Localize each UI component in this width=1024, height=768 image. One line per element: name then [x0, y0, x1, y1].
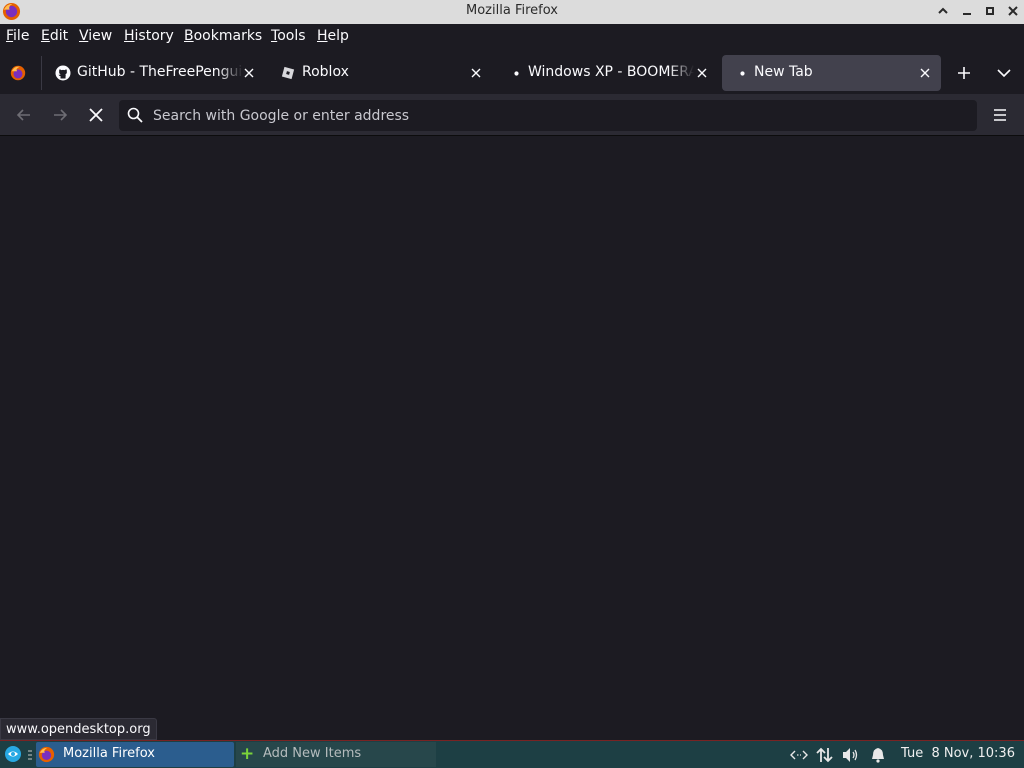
stop-icon — [89, 108, 103, 122]
close-icon — [244, 68, 254, 78]
minimize-icon — [963, 13, 971, 15]
up-down-arrows-icon — [816, 747, 833, 763]
close-icon — [1008, 6, 1018, 16]
stop-button[interactable] — [84, 103, 108, 127]
menu-tools[interactable]: Tools — [271, 28, 306, 44]
deepin-logo-icon — [5, 746, 21, 762]
dot-indicator-icon — [740, 71, 745, 76]
navigation-toolbar — [0, 94, 1024, 136]
taskbar: Mozilla Firefox + Add New Items Tue 8 No… — [0, 740, 1024, 768]
back-button[interactable] — [12, 103, 36, 127]
tab-bar: GitHub - TheFreePenguin Roblox Windows X… — [0, 50, 1024, 94]
arrow-right-icon — [54, 109, 68, 121]
hamburger-menu-icon — [994, 109, 1006, 121]
start-menu-button[interactable] — [4, 745, 24, 765]
taskbar-item-firefox[interactable]: Mozilla Firefox — [36, 742, 234, 767]
tab-roblox[interactable]: Roblox — [270, 55, 492, 91]
menu-help[interactable]: Help — [317, 28, 349, 44]
tab-separator — [41, 56, 42, 90]
taskbar-handle[interactable] — [28, 749, 32, 761]
close-window-button[interactable] — [1005, 3, 1021, 19]
tray-volume[interactable] — [842, 746, 860, 764]
dot-indicator-icon — [514, 71, 519, 76]
window-shade-button[interactable] — [935, 3, 951, 19]
minimize-button[interactable] — [959, 3, 975, 19]
tab-windows-xp[interactable]: Windows XP - BOOMERANG — [496, 55, 718, 91]
bell-icon — [872, 748, 884, 763]
maximize-button[interactable] — [982, 3, 998, 19]
close-icon — [697, 68, 707, 78]
chevron-down-icon — [997, 69, 1011, 78]
new-tab-button[interactable] — [954, 63, 974, 83]
page-content — [0, 137, 1024, 741]
tray-network-indicator[interactable] — [790, 746, 808, 764]
tray-notifications[interactable] — [869, 746, 887, 764]
tab-label: New Tab — [754, 64, 813, 80]
firefox-icon — [38, 746, 55, 763]
app-menu-button[interactable] — [988, 103, 1012, 127]
network-code-icon — [790, 750, 808, 760]
menu-history[interactable]: History — [124, 28, 174, 44]
close-icon — [471, 68, 481, 78]
window-title: Mozilla Firefox — [466, 3, 558, 18]
chevron-up-icon — [938, 7, 948, 14]
window-titlebar: Mozilla Firefox — [0, 0, 1024, 24]
tab-close-button[interactable] — [694, 65, 710, 81]
add-new-items-label: Add New Items — [263, 746, 362, 761]
tab-label: Windows XP - BOOMERANG — [528, 64, 694, 80]
menu-edit[interactable]: Edit — [41, 28, 68, 44]
maximize-icon — [986, 7, 994, 15]
add-icon: + — [240, 744, 255, 764]
taskbar-item-label: Mozilla Firefox — [63, 746, 155, 761]
firefox-icon — [10, 65, 26, 81]
tab-label: GitHub - TheFreePenguin — [77, 64, 243, 80]
firefox-view-button[interactable] — [9, 64, 29, 84]
tray-network-transfer[interactable] — [816, 746, 834, 764]
menu-bookmarks[interactable]: Bookmarks — [184, 28, 262, 44]
menu-bar: File Edit View History Bookmarks Tools H… — [0, 24, 1024, 50]
url-bar[interactable] — [119, 100, 977, 131]
tab-close-button[interactable] — [917, 65, 933, 81]
roblox-icon — [281, 66, 295, 80]
tab-label: Roblox — [302, 64, 349, 80]
url-input[interactable] — [153, 100, 953, 131]
plus-icon — [958, 67, 970, 79]
tab-github[interactable]: GitHub - TheFreePenguin — [45, 55, 265, 91]
add-new-items-button[interactable]: + Add New Items — [236, 742, 436, 767]
link-status-panel: www.opendesktop.org — [0, 718, 157, 740]
volume-icon — [843, 748, 858, 762]
tab-close-button[interactable] — [241, 65, 257, 81]
menu-file[interactable]: File — [6, 28, 29, 44]
arrow-left-icon — [16, 109, 30, 121]
close-icon — [920, 68, 930, 78]
search-icon — [127, 107, 143, 123]
taskbar-clock[interactable]: Tue 8 Nov, 10:36 — [901, 746, 1015, 761]
forward-button[interactable] — [48, 103, 72, 127]
tab-close-button[interactable] — [468, 65, 484, 81]
list-all-tabs-button[interactable] — [994, 63, 1014, 83]
grip-icon — [28, 750, 32, 760]
tab-new-tab[interactable]: New Tab — [722, 55, 941, 91]
github-icon — [55, 65, 71, 81]
menu-view[interactable]: View — [79, 28, 112, 44]
